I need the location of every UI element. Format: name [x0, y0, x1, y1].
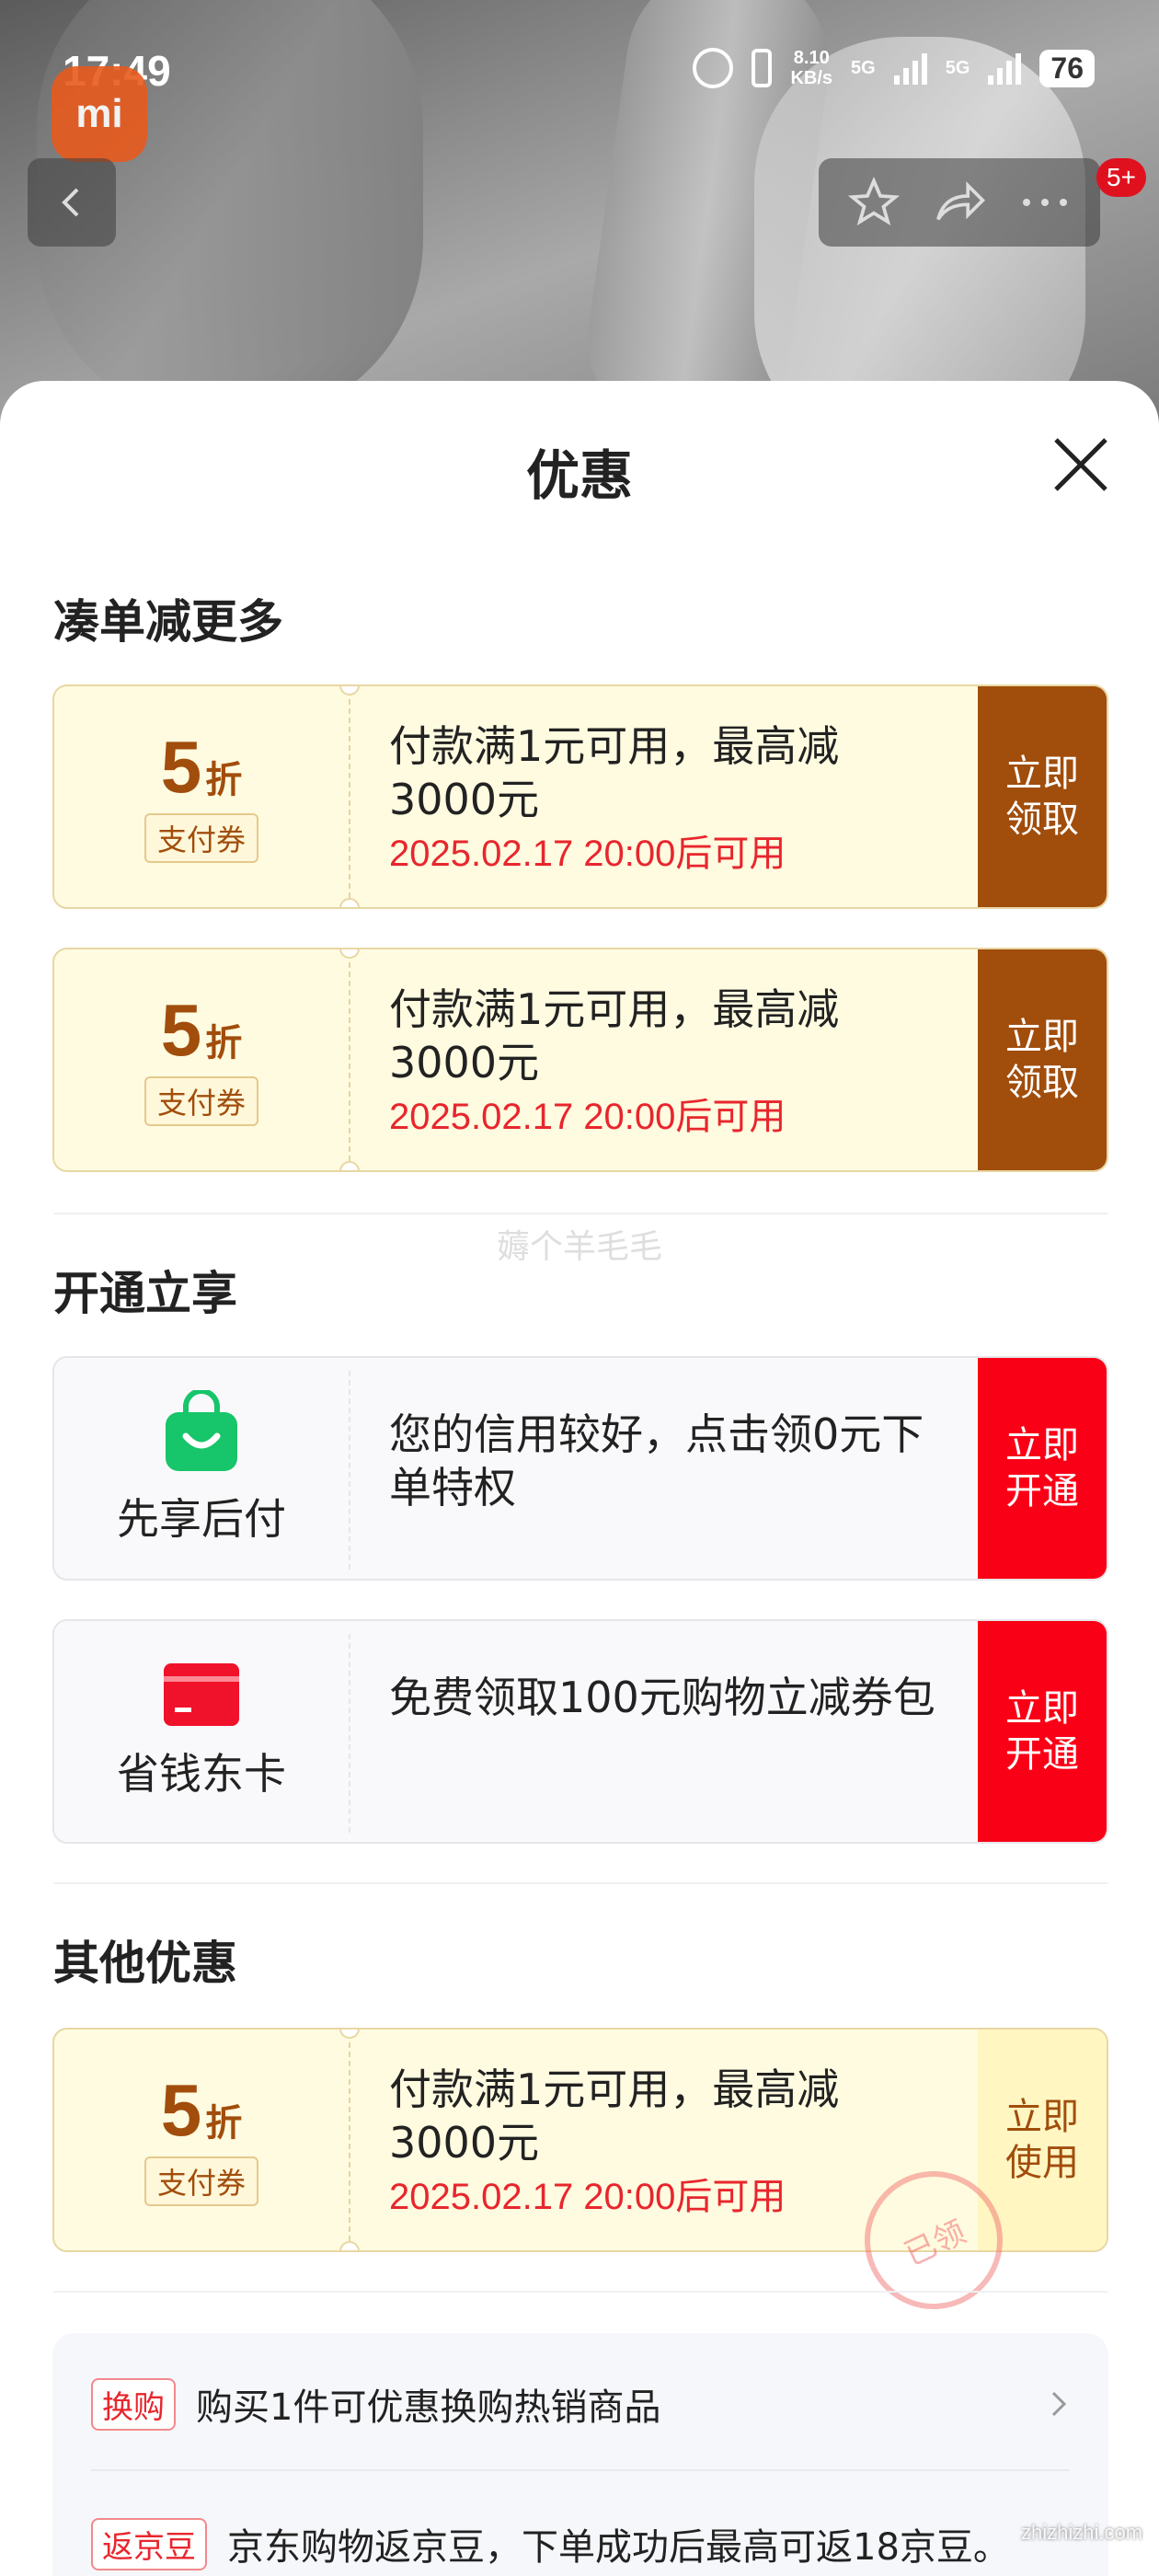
signal-label-2: 5G	[945, 57, 970, 78]
service-brand: 先享后付	[54, 1358, 349, 1579]
benefits-box: 换购 购买1件可优惠换购热销商品 返京豆 京东购物返京豆，下单成功后最高可返18…	[52, 2333, 1108, 2576]
service-card: 省钱东卡 免费领取100元购物立减券包 立即开通	[52, 1619, 1108, 1844]
chevron-right-icon	[1051, 2391, 1067, 2417]
benefit-row-beans[interactable]: 返京豆 京东购物返京豆，下单成功后最高可返18京豆。	[91, 2517, 1070, 2570]
benefit-text: 京东购物返京豆，下单成功后最高可返18京豆。	[227, 2526, 1010, 2569]
close-icon[interactable]	[1049, 432, 1113, 497]
activate-button[interactable]: 立即开通	[978, 1358, 1107, 1579]
service-brand: 省钱东卡	[54, 1621, 349, 1842]
status-bar: 17:49 8.10 KB/s 5G 5G 76	[0, 0, 1159, 138]
coupon-description: 付款满1元可用，最高减3000元	[389, 2064, 840, 2168]
share-icon[interactable]	[932, 177, 987, 228]
benefit-badge: 换购	[91, 2377, 176, 2431]
network-speed: 8.10 KB/s	[790, 48, 833, 88]
vibrate-icon	[752, 49, 773, 87]
sheet-title: 优惠	[525, 444, 633, 507]
shopping-bag-icon	[166, 1390, 237, 1471]
signal-bars-icon	[893, 52, 927, 85]
card-icon	[164, 1663, 239, 1726]
mi-logo: mi	[52, 66, 147, 162]
corner-watermark: zhizhizhi.com	[1021, 2521, 1143, 2544]
more-icon[interactable]	[1019, 193, 1071, 212]
coupon-value: 5折 支付券	[54, 949, 349, 1170]
chevron-left-icon	[62, 188, 79, 217]
status-icons: 8.10 KB/s 5G 5G 76	[693, 48, 1095, 88]
notification-badge: 5+	[1096, 158, 1146, 197]
coupon-value: 5折 支付券	[54, 2030, 349, 2250]
coupon-description: 付款满1元可用，最高减3000元	[389, 984, 840, 1087]
service-description: 免费领取100元购物立减券包	[389, 1673, 935, 1722]
section-title-combine: 凑单减更多	[53, 595, 283, 649]
coupon-card: 5折 支付券 付款满1元可用，最高减3000元 2025.02.17 20:00…	[52, 684, 1108, 909]
back-button[interactable]	[28, 158, 116, 247]
benefit-text: 购买1件可优惠换购热销商品	[196, 2386, 661, 2429]
divider	[91, 2469, 1070, 2471]
section-title-other: 其他优惠	[53, 1937, 237, 1990]
coupon-description: 付款满1元可用，最高减3000元	[389, 721, 840, 824]
activate-button[interactable]: 立即开通	[978, 1621, 1107, 1842]
coupon-value: 5折 支付券	[54, 686, 349, 907]
coupon-card: 5折 支付券 付款满1元可用，最高减3000元 2025.02.17 20:00…	[52, 948, 1108, 1172]
claim-button[interactable]: 立即领取	[978, 686, 1107, 907]
alarm-icon	[693, 48, 734, 88]
coupon-type-tag: 支付券	[143, 813, 258, 863]
service-name: 省钱东卡	[117, 1749, 286, 1799]
service-description: 您的信用较好，点击领0元下单特权	[389, 1409, 924, 1512]
divider	[53, 1882, 1107, 1884]
service-card: 先享后付 您的信用较好，点击领0元下单特权 立即开通	[52, 1356, 1108, 1581]
coupon-valid-time: 2025.02.17 20:00后可用	[389, 834, 786, 874]
signal-bars-icon	[988, 52, 1022, 85]
claim-button[interactable]: 立即领取	[978, 949, 1107, 1170]
signal-label-1: 5G	[851, 57, 876, 78]
benefit-badge: 返京豆	[91, 2517, 207, 2570]
divider	[53, 2291, 1107, 2293]
battery-indicator: 76	[1039, 49, 1095, 87]
star-icon[interactable]	[847, 177, 900, 228]
coupon-valid-time: 2025.02.17 20:00后可用	[389, 1097, 786, 1137]
benefit-row-exchange[interactable]: 换购 购买1件可优惠换购热销商品	[91, 2377, 1070, 2431]
service-name: 先享后付	[117, 1494, 286, 1544]
divider	[53, 1213, 1107, 1214]
coupon-type-tag: 支付券	[143, 2156, 258, 2206]
coupon-type-tag: 支付券	[143, 1076, 258, 1126]
nav-actions	[819, 158, 1100, 247]
coupon-valid-time: 2025.02.17 20:00后可用	[389, 2177, 786, 2217]
section-title-activate: 开通立享	[53, 1267, 237, 1320]
